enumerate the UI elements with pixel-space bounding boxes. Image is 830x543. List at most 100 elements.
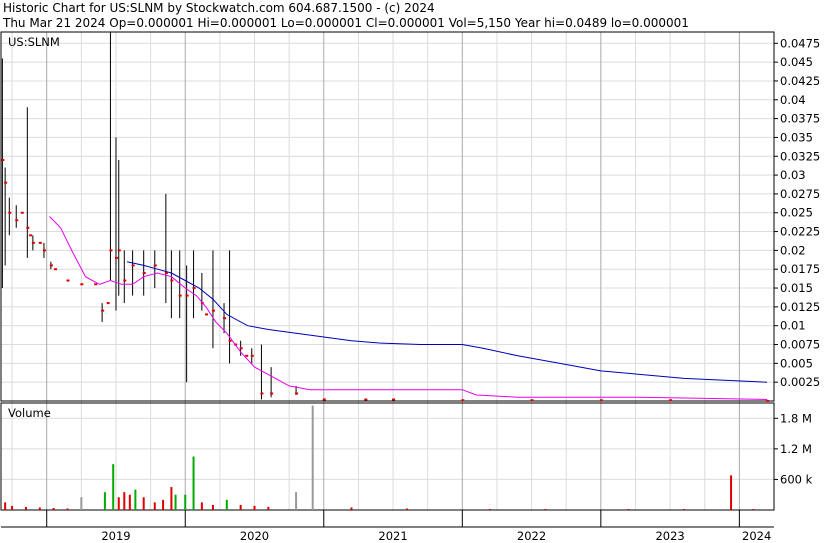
price-bar-close — [295, 392, 299, 395]
year-label: 2020 — [240, 529, 269, 543]
close-dot — [66, 279, 70, 282]
volume-bar — [267, 506, 270, 510]
volume-bar — [192, 456, 195, 510]
close-dot — [80, 283, 84, 286]
price-bar-close — [26, 226, 30, 229]
close-dot — [54, 268, 58, 271]
volume-bar — [752, 508, 755, 510]
volume-axis: 600 k 1.2 M 1.8 M — [774, 411, 813, 486]
volume-bar — [627, 508, 630, 510]
close-dot — [205, 313, 209, 316]
price-tick-label: 0.0425 — [780, 74, 820, 88]
price-tick-label: 0.045 — [780, 55, 813, 69]
price-tick-label: 0.0375 — [780, 112, 820, 126]
price-panel-title: US:SLNM — [8, 35, 60, 49]
price-tick-label: 0.0225 — [780, 225, 820, 239]
price-tick-label: 0.005 — [780, 356, 813, 370]
price-panel-frame — [0, 31, 775, 402]
volume-panel-title: Volume — [8, 406, 51, 420]
price-bar-close — [31, 241, 35, 244]
volume-bar — [4, 502, 7, 510]
price-tick-label: 0.015 — [780, 281, 813, 295]
volume-tick-label: 1.2 M — [780, 442, 812, 456]
volume-bar — [239, 504, 242, 510]
grid-lines — [1, 32, 774, 510]
price-tick-label: 0.0125 — [780, 300, 820, 314]
close-dot — [392, 398, 396, 401]
volume-bar — [253, 505, 256, 510]
volume-bar — [80, 497, 83, 510]
price-tick-label: 0.035 — [780, 130, 813, 144]
volume-bar — [134, 489, 137, 510]
year-label: 2022 — [517, 529, 546, 543]
volume-bar — [405, 508, 408, 510]
volume-bar — [112, 464, 115, 510]
volume-bar — [128, 494, 131, 510]
price-tick-label: 0.04 — [780, 93, 806, 107]
close-dot — [94, 283, 98, 286]
price-bar-close — [101, 309, 105, 312]
price-tick-label: 0.0025 — [780, 375, 820, 389]
volume-bar — [162, 499, 165, 510]
close-dot — [766, 399, 770, 402]
volume-bar — [24, 506, 27, 510]
volume-bar — [103, 492, 106, 510]
price-bar-close — [142, 271, 146, 274]
price-bar-close — [153, 264, 157, 267]
close-dot — [38, 241, 42, 244]
close-dot — [29, 234, 33, 237]
price-bar-close — [211, 309, 215, 312]
price-tick-label: 0.025 — [780, 206, 813, 220]
price-bar-close — [109, 249, 113, 252]
volume-bar — [295, 492, 298, 510]
close-dot — [669, 399, 673, 402]
price-bar-close — [270, 392, 274, 395]
price-tick-label: 0.01 — [780, 319, 806, 333]
moving-average-long-line — [126, 261, 768, 383]
volume-bar — [730, 475, 733, 510]
close-dot — [599, 399, 603, 402]
volume-bar — [66, 508, 69, 510]
volume-bar — [211, 504, 214, 510]
price-bar-close — [250, 354, 254, 357]
price-bar-close — [1, 159, 5, 162]
price-bar-close — [15, 219, 19, 222]
volume-bar — [544, 508, 547, 510]
volume-bar — [200, 502, 203, 510]
price-bar-close — [223, 317, 227, 320]
volume-bar — [350, 507, 353, 510]
price-tick-label: 0.0175 — [780, 262, 820, 276]
price-tick-label: 0.02 — [780, 243, 806, 257]
price-bar-close — [185, 294, 189, 297]
price-bar-close — [260, 392, 264, 395]
stock-chart: US:SLNM Volume 0.0025 0.005 0.0075 0.01 0.01… — [0, 31, 820, 543]
year-label: 2021 — [378, 529, 407, 543]
volume-bar — [153, 502, 156, 510]
price-tick-label: 0.0325 — [780, 149, 820, 163]
price-bar-close — [4, 181, 8, 184]
year-label: 2019 — [101, 529, 130, 543]
close-dot — [245, 354, 249, 357]
price-bar-close — [117, 249, 121, 252]
volume-bar — [489, 508, 492, 510]
price-bar-close — [8, 211, 12, 214]
price-bar-close — [192, 287, 196, 290]
volume-bar — [142, 497, 145, 510]
volume-bar — [11, 505, 14, 510]
close-dot — [461, 399, 465, 402]
volume-bar — [117, 497, 120, 510]
volume-bar — [52, 507, 55, 510]
year-label: 2023 — [655, 529, 684, 543]
price-bar-close — [239, 347, 243, 350]
price-bar-close — [114, 256, 118, 259]
volume-bars — [4, 405, 755, 510]
volume-bar — [170, 487, 173, 510]
moving-average-short-line — [49, 216, 768, 400]
price-bar-close — [228, 339, 232, 342]
price-bar-close — [178, 294, 182, 297]
volume-bar — [123, 492, 126, 510]
volume-panel-frame — [0, 402, 775, 511]
price-tick-label: 0.0475 — [780, 36, 820, 50]
price-axis: 0.0025 0.005 0.0075 0.01 0.0125 0.015 0.0175 0.… — [774, 36, 820, 389]
close-dot — [106, 302, 110, 305]
